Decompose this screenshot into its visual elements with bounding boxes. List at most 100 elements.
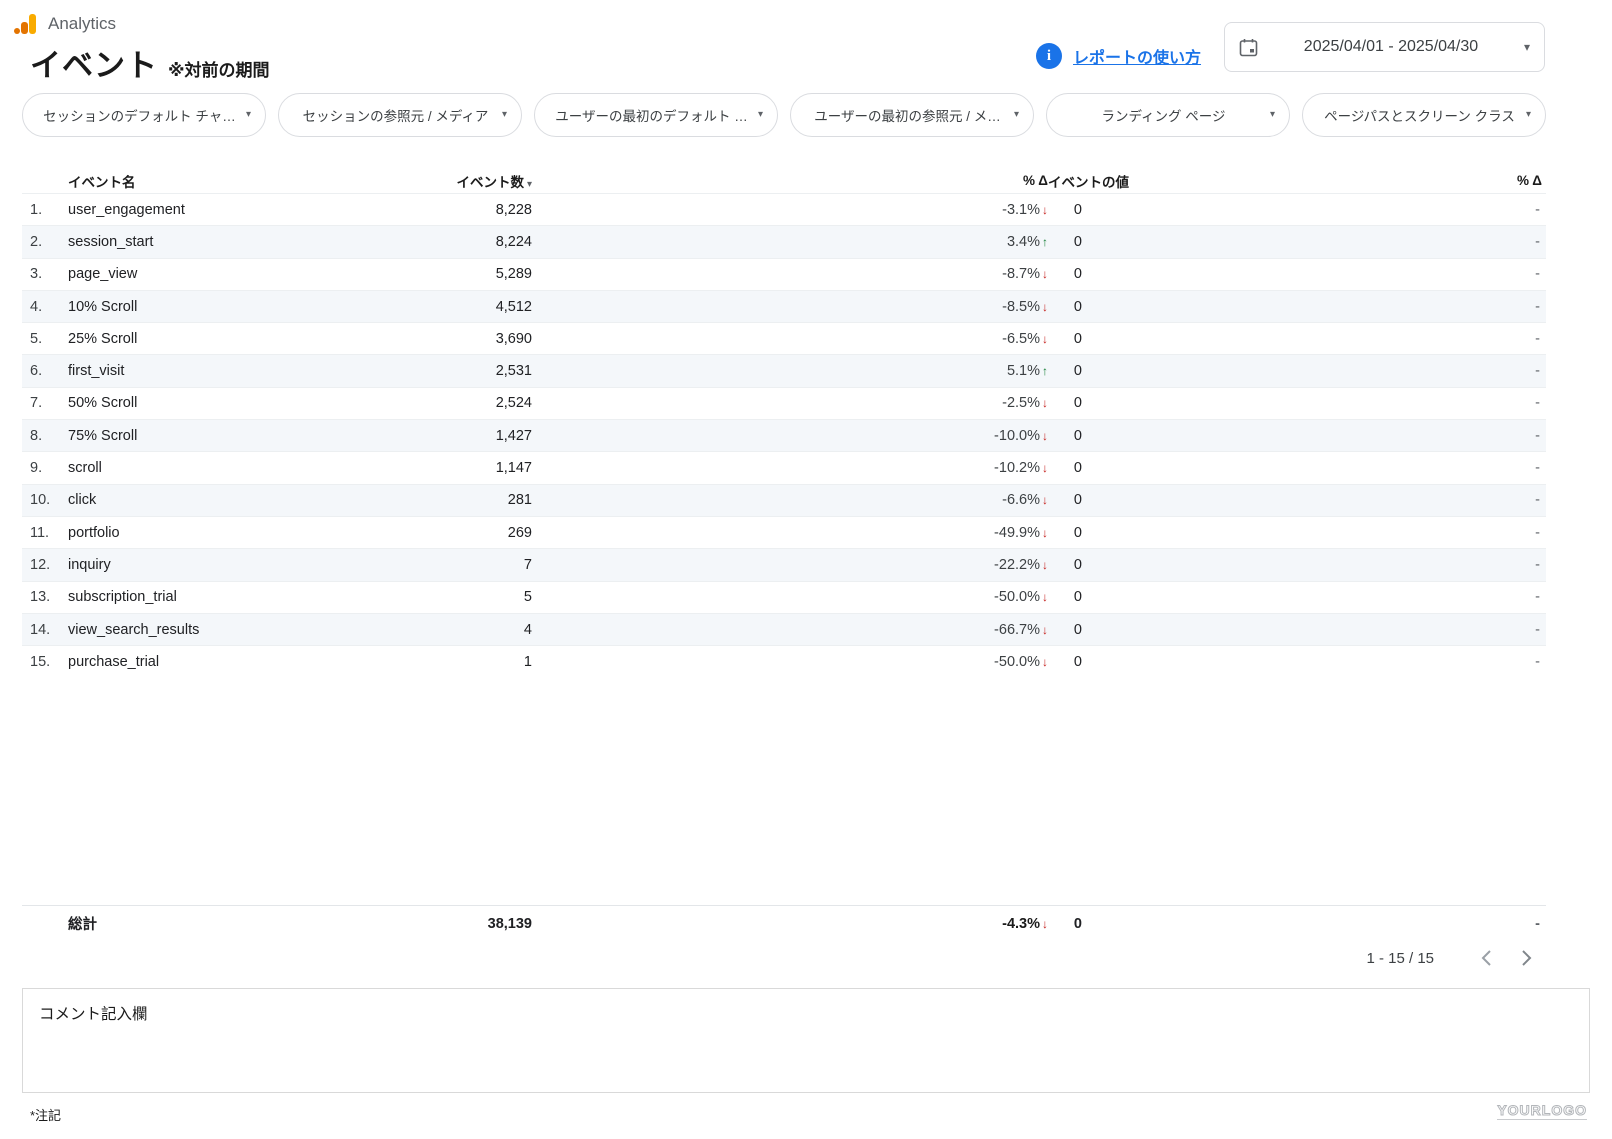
event-value: 0 xyxy=(1048,299,1082,315)
calendar-icon xyxy=(1239,38,1258,57)
event-count: 7 xyxy=(418,557,536,573)
event-value: 0 xyxy=(1048,428,1082,444)
filter-chip[interactable]: ユーザーの最初のデフォルト … ▾ xyxy=(534,93,778,137)
table-row: 6. first_visit 2,531 5.1%↑ 0 - xyxy=(22,354,1546,386)
event-rank: 4. xyxy=(22,299,68,315)
pct-delta-2: - xyxy=(1500,525,1546,541)
event-rank: 13. xyxy=(22,589,68,605)
pct-delta-2: - xyxy=(1500,622,1546,638)
event-count: 3,690 xyxy=(418,331,536,347)
brand-label: Analytics xyxy=(48,14,116,34)
table-row: 11. portfolio 269 -49.9%↓ 0 - xyxy=(22,516,1546,548)
chevron-down-icon: ▾ xyxy=(246,110,251,120)
google-analytics-logo-icon xyxy=(14,12,40,36)
pct-delta-2: - xyxy=(1500,492,1546,508)
table-row: 15. purchase_trial 1 -50.0%↓ 0 - xyxy=(22,645,1546,677)
help-area: i レポートの使い方 xyxy=(1036,43,1201,69)
event-name: portfolio xyxy=(68,525,418,541)
event-count: 8,228 xyxy=(418,202,536,218)
event-count: 2,524 xyxy=(418,395,536,411)
column-header-pct-delta-2: % Δ xyxy=(1500,173,1546,188)
event-value: 0 xyxy=(1048,654,1082,670)
event-name: page_view xyxy=(68,266,418,282)
event-rank: 1. xyxy=(22,202,68,218)
pct-delta: 5.1% xyxy=(1007,363,1040,379)
previous-page-button[interactable] xyxy=(1472,944,1500,972)
table-row: 14. view_search_results 4 -66.7%↓ 0 - xyxy=(22,613,1546,645)
filter-chip[interactable]: ユーザーの最初の参照元 / メ… ▾ xyxy=(790,93,1034,137)
filter-chip[interactable]: セッションの参照元 / メディア ▾ xyxy=(278,93,522,137)
event-value: 0 xyxy=(1048,492,1082,508)
info-icon[interactable]: i xyxy=(1036,43,1062,69)
report-help-link[interactable]: レポートの使い方 xyxy=(1073,44,1201,68)
filter-chip-label: セッションの参照元 / メディア xyxy=(293,105,498,125)
event-count: 281 xyxy=(418,492,536,508)
event-value: 0 xyxy=(1048,589,1082,605)
event-count: 269 xyxy=(418,525,536,541)
pct-delta: -2.5% xyxy=(1002,395,1040,411)
event-name: click xyxy=(68,492,418,508)
event-value: 0 xyxy=(1048,331,1082,347)
total-label: 総計 xyxy=(68,913,418,934)
event-rank: 9. xyxy=(22,460,68,476)
title-row: イベント ※対前の期間 xyxy=(30,40,270,85)
total-pct-delta: -4.3% xyxy=(1002,916,1040,932)
report-page: Analytics イベント ※対前の期間 i レポートの使い方 2025/04… xyxy=(0,0,1612,1139)
footnote: *注記 xyxy=(30,1105,61,1124)
event-rank: 11. xyxy=(22,525,68,541)
filter-bar: セッションのデフォルト チャ… ▾ セッションの参照元 / メディア ▾ ユーザ… xyxy=(22,93,1546,137)
column-header-event-name: イベント名 xyxy=(68,171,418,191)
total-count: 38,139 xyxy=(418,916,536,932)
filter-chip-label: ユーザーの最初のデフォルト … xyxy=(549,105,754,125)
pagination: 1 - 15 / 15 xyxy=(22,941,1546,975)
table-total-row: 総計 38,139 -4.3%↓ 0 - xyxy=(22,905,1546,941)
date-range-label: 2025/04/01 - 2025/04/30 xyxy=(1258,38,1524,56)
event-value: 0 xyxy=(1048,266,1082,282)
filter-chip[interactable]: セッションのデフォルト チャ… ▾ xyxy=(22,93,266,137)
events-table: イベント名 イベント数▾ % Δ イベントの値 % Δ 1. user_enga… xyxy=(22,168,1546,975)
table-row: 10. click 281 -6.6%↓ 0 - xyxy=(22,484,1546,516)
comment-input[interactable]: コメント記入欄 xyxy=(22,988,1590,1093)
pct-delta: -3.1% xyxy=(1002,202,1040,218)
event-count: 2,531 xyxy=(418,363,536,379)
event-name: 50% Scroll xyxy=(68,395,418,411)
pct-delta-2: - xyxy=(1500,331,1546,347)
event-value: 0 xyxy=(1048,234,1082,250)
filter-chip[interactable]: ランディング ページ ▾ xyxy=(1046,93,1290,137)
next-page-button[interactable] xyxy=(1512,944,1540,972)
event-count: 4 xyxy=(418,622,536,638)
page-title: イベント xyxy=(30,40,158,85)
pct-delta-2: - xyxy=(1500,234,1546,250)
pct-delta: -6.6% xyxy=(1002,492,1040,508)
chevron-down-icon: ▾ xyxy=(502,110,507,120)
event-value: 0 xyxy=(1048,622,1082,638)
filter-chip-label: セッションのデフォルト チャ… xyxy=(37,105,242,125)
filter-chip-label: ランディング ページ xyxy=(1061,105,1266,125)
event-value: 0 xyxy=(1048,557,1082,573)
column-header-event-count[interactable]: イベント数▾ xyxy=(418,171,536,191)
pct-delta: -66.7% xyxy=(994,622,1040,638)
pct-delta-2: - xyxy=(1500,460,1546,476)
event-rank: 7. xyxy=(22,395,68,411)
event-count: 1 xyxy=(418,654,536,670)
column-header-pct-delta: % Δ xyxy=(956,173,1048,188)
pct-delta: -10.0% xyxy=(994,428,1040,444)
table-row: 8. 75% Scroll 1,427 -10.0%↓ 0 - xyxy=(22,419,1546,451)
filter-chip-label: ユーザーの最初の参照元 / メ… xyxy=(805,105,1010,125)
event-value: 0 xyxy=(1048,202,1082,218)
pct-delta-2: - xyxy=(1500,654,1546,670)
filter-chip[interactable]: ページパスとスクリーン クラス ▾ xyxy=(1302,93,1546,137)
event-name: session_start xyxy=(68,234,418,250)
event-count: 4,512 xyxy=(418,299,536,315)
event-name: user_engagement xyxy=(68,202,418,218)
event-name: inquiry xyxy=(68,557,418,573)
event-name: purchase_trial xyxy=(68,654,418,670)
pct-delta: -8.5% xyxy=(1002,299,1040,315)
date-range-picker[interactable]: 2025/04/01 - 2025/04/30 ▾ xyxy=(1224,22,1545,72)
pagination-label: 1 - 15 / 15 xyxy=(1366,950,1434,967)
event-name: 25% Scroll xyxy=(68,331,418,347)
event-count: 5 xyxy=(418,589,536,605)
pct-delta-2: - xyxy=(1500,395,1546,411)
event-name: 75% Scroll xyxy=(68,428,418,444)
event-rank: 12. xyxy=(22,557,68,573)
